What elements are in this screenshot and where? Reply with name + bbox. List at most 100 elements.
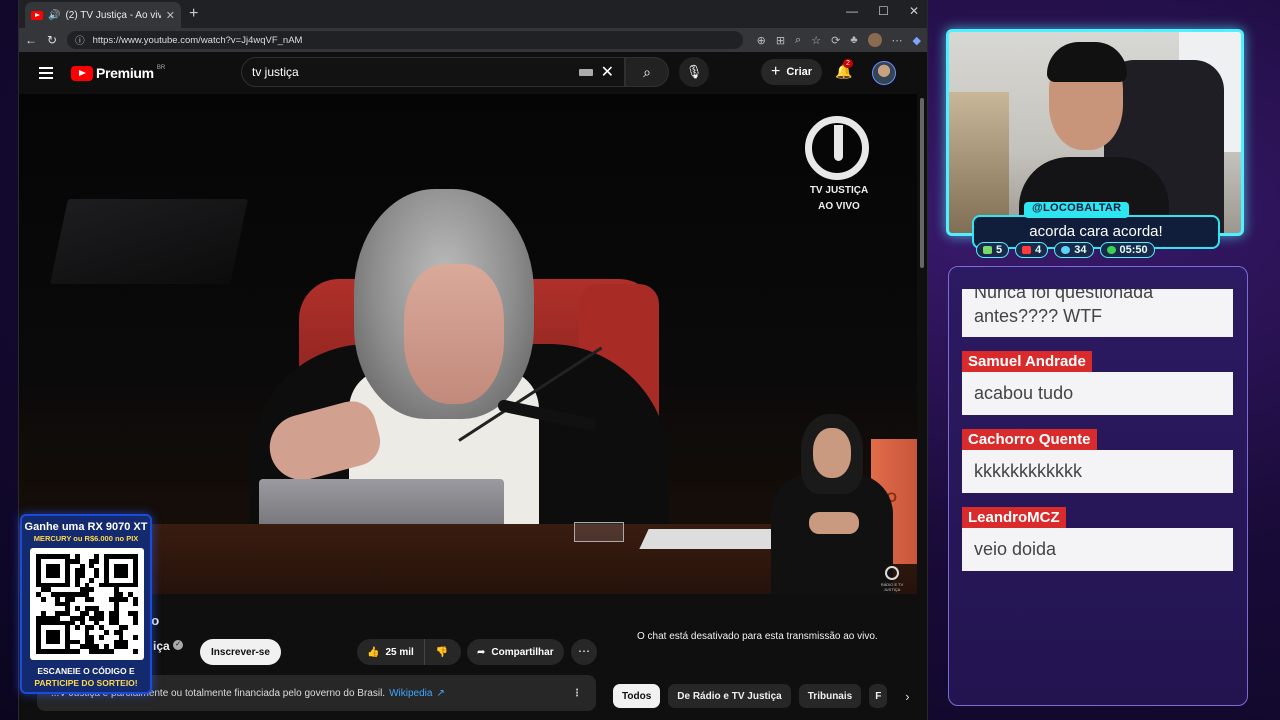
share-button[interactable]: ➦ Compartilhar (467, 639, 564, 665)
browser-tab-youtube[interactable]: 🔊 (2) TV Justiça - Ao vivo - You ✕ (25, 2, 181, 28)
more-actions-button[interactable]: ⋯ (571, 639, 597, 665)
page-scrollbar[interactable] (918, 94, 926, 720)
menu-dots-icon[interactable]: ⋯ (892, 34, 903, 47)
tab-bar: 🔊 (2) TV Justiça - Ao vivo - You ✕ + — ☐… (19, 0, 927, 28)
stat-twitch-value: 5 (996, 244, 1003, 256)
search-button[interactable]: ⌕ (625, 57, 669, 87)
subscribe-button[interactable]: Inscrever-se (200, 639, 281, 665)
chip-todos[interactable]: Todos (613, 684, 661, 708)
chat-text: kkkkkkkkkkkk (962, 450, 1233, 493)
youtube-premium-logo[interactable]: Premium BR (71, 65, 165, 81)
search-input[interactable]: tv justiça (252, 65, 579, 79)
like-button[interactable]: 👍 25 mil (357, 639, 425, 665)
back-arrow-icon[interactable]: ← (25, 33, 37, 47)
youtube-play-icon (71, 65, 93, 81)
audio-playing-icon[interactable]: 🔊 (48, 10, 60, 21)
maximize-button[interactable]: ☐ (878, 4, 889, 18)
chat-message-line2: antes???? WTF (974, 306, 1103, 326)
chat-username: Cachorro Quente (962, 429, 1097, 450)
address-field[interactable]: ⓘ https://www.youtube.com/watch?v=Jj4wqV… (67, 31, 743, 49)
toolbar-icons: ⊕ ⊞ ⌕ ☆ ⟳ ♣ ⋯ ◆ (757, 33, 921, 47)
close-window-button[interactable]: ✕ (909, 4, 919, 18)
external-link-icon: ↗ (436, 687, 445, 699)
chat-text: veio doida (962, 528, 1233, 571)
stat-youtube: 4 (1015, 242, 1049, 258)
copilot-icon[interactable]: ◆ (913, 34, 921, 47)
like-dislike-group: 👍 25 mil 👎 (357, 639, 461, 665)
mic-icon: 🎙 (685, 64, 703, 79)
chat-message: Cachorro Quente kkkkkkkkkkkk (962, 429, 1233, 493)
chat-message-line1: Nunca foi questionada (974, 289, 1154, 302)
tv-justica-watermark: TV JUSTIÇA AO VIVO (809, 185, 869, 212)
stream-chat-panel: Nunca foi questionada antes???? WTF Samu… (948, 266, 1248, 706)
giveaway-qr-promo: Ganhe uma RX 9070 XT MERCURY ou R$6.000 … (20, 514, 152, 694)
account-avatar[interactable] (872, 61, 896, 85)
voice-search-button[interactable]: 🎙 (679, 57, 709, 87)
extension-icon[interactable]: ♣ (850, 34, 857, 46)
tab-title: (2) TV Justiça - Ao vivo - You (65, 9, 160, 21)
address-bar-row: ← ↻ ⓘ https://www.youtube.com/watch?v=Jj… (19, 28, 927, 52)
verified-check-icon: ✓ (173, 640, 183, 650)
chat-text: acabou tudo (962, 372, 1233, 415)
video-player[interactable]: CO TV JUSTIÇA AO VIVO RÁDIO E TV JUSTIÇA (19, 94, 917, 594)
promo-title: Ganhe uma RX 9070 XT (24, 521, 148, 533)
like-count: 25 mil (385, 646, 414, 658)
info-more-icon[interactable]: ⋮ (572, 688, 582, 699)
tab-close-icon[interactable]: ✕ (166, 9, 175, 22)
channel-name[interactable]: iça (153, 639, 170, 653)
hamburger-menu-icon[interactable] (39, 67, 53, 79)
kick-icon (1061, 246, 1071, 254)
chip-radio-tv-justica[interactable]: De Rádio e TV Justiça (668, 684, 791, 708)
youtube-favicon-icon (31, 10, 43, 20)
chip-partial[interactable]: F (869, 684, 888, 708)
dislike-button[interactable]: 👎 (425, 647, 459, 658)
promo-cta-line1: ESCANEIE O CÓDIGO E (37, 666, 135, 676)
chip-tribunais[interactable]: Tribunais (798, 684, 862, 708)
stat-youtube-value: 4 (1035, 244, 1042, 256)
apps-icon[interactable]: ⊞ (776, 34, 785, 47)
create-label: Criar (786, 66, 813, 78)
url-text[interactable]: https://www.youtube.com/watch?v=Jj4wqVF_… (93, 35, 303, 46)
chevron-right-icon[interactable]: › (905, 689, 909, 704)
promo-subtitle: MERCURY ou R$6.000 no PIX (33, 534, 139, 543)
promo-cta-line2: PARTICIPE DO SORTEIO! (34, 678, 138, 688)
radio-tv-justica-logo-icon (885, 566, 899, 580)
clear-search-icon[interactable]: ✕ (601, 62, 614, 82)
sign-language-interpreter (771, 414, 893, 594)
profile-avatar-icon[interactable] (867, 33, 882, 47)
logo-text: Premium (96, 65, 154, 81)
thumbs-down-icon: 👎 (435, 646, 449, 658)
chat-username: LeandroMCZ (962, 507, 1066, 528)
browser-window: 🔊 (2) TV Justiça - Ao vivo - You ✕ + — ☐… (18, 0, 928, 720)
related-chips: Todos De Rádio e TV Justiça Tribunais F … (613, 684, 910, 708)
qr-code-grid (36, 554, 138, 654)
translate-icon[interactable]: ⊕ (757, 34, 766, 47)
new-tab-button[interactable]: + (189, 5, 198, 23)
site-info-icon[interactable]: ⓘ (75, 33, 85, 47)
wikipedia-link[interactable]: Wikipedia (389, 688, 432, 699)
chat-message: Samuel Andrade acabou tudo (962, 351, 1233, 415)
scrollbar-thumb[interactable] (920, 98, 924, 268)
youtube-header: Premium BR tv justiça ✕ ⌕ 🎙 + Criar 🔔 2 (19, 52, 927, 94)
papers (639, 529, 789, 549)
twitch-icon (983, 246, 992, 254)
bookmark-star-icon[interactable]: ☆ (811, 34, 821, 47)
refresh-extension-icon[interactable]: ⟳ (831, 34, 840, 47)
create-button[interactable]: + Criar (761, 59, 823, 85)
share-label: Compartilhar (491, 646, 554, 658)
search-box[interactable]: tv justiça ✕ (241, 57, 625, 87)
streamer-hair (1047, 42, 1127, 82)
youtube-icon (1022, 246, 1032, 254)
thumbs-up-icon: 👍 (367, 646, 380, 658)
tv-justica-logo-icon (805, 116, 869, 180)
water-glass (574, 522, 624, 542)
stat-kick-value: 34 (1074, 244, 1087, 256)
streamer-handle: @LOCOBALTAR (1024, 202, 1130, 218)
minimize-button[interactable]: — (846, 4, 858, 18)
stream-stats: 5 4 34 05:50 (976, 242, 1155, 258)
stat-kick: 34 (1054, 242, 1094, 258)
reload-icon[interactable]: ↻ (47, 33, 57, 47)
keyboard-icon[interactable] (578, 68, 593, 76)
share-arrow-icon: ➦ (477, 646, 486, 658)
zoom-icon[interactable]: ⌕ (795, 34, 801, 47)
